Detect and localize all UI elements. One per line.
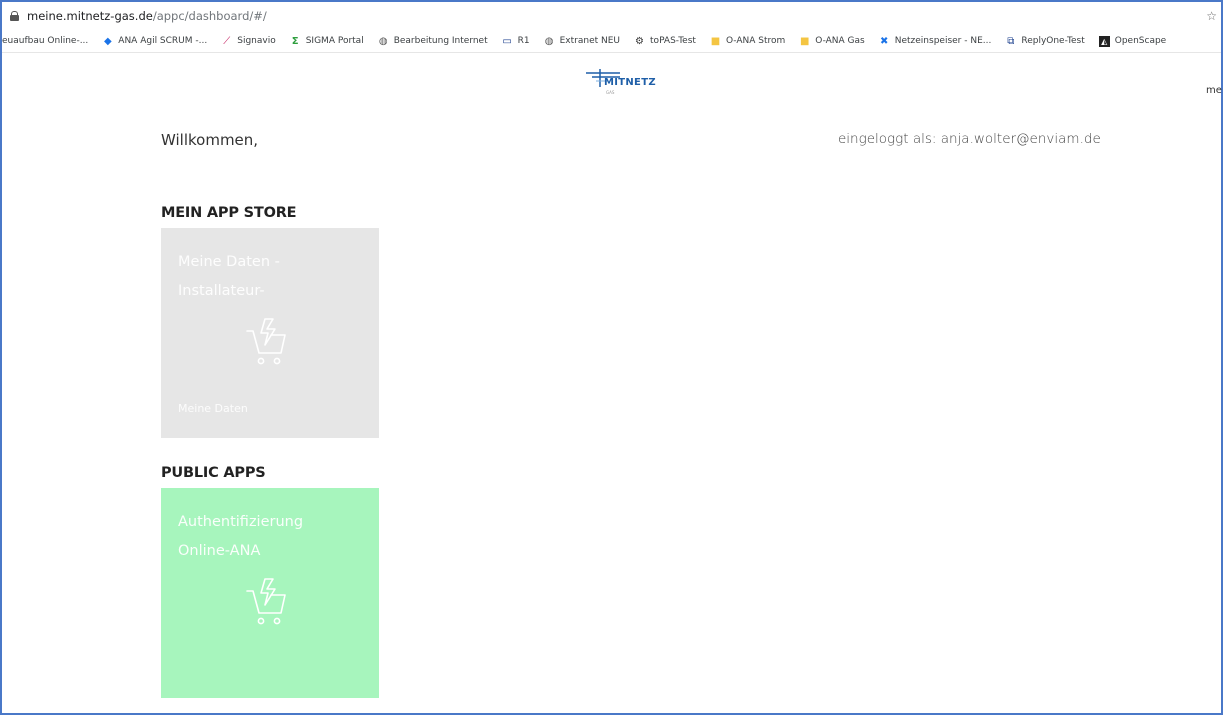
bookmark-item[interactable]: Σ SIGMA Portal [290,36,364,47]
bookmark-label: O-ANA Strom [725,36,786,46]
bookmark-label: Extranet NEU [559,36,621,46]
menu-text[interactable]: me [1206,85,1222,96]
bookmark-item[interactable]: ◭ OpenScape [1098,35,1167,47]
bookmark-item[interactable]: ⧉ ReplyOne-Test [1005,36,1084,47]
bookmark-label: Signavio [237,36,276,46]
bookmark-star-icon[interactable]: ☆ [1206,9,1217,23]
signavio-icon: ⟋ [223,35,231,47]
app-tile-meine-daten[interactable]: Meine Daten - Installateur- Meine Daten [161,228,379,438]
gears-icon: ⚙ [635,35,645,47]
globe-icon: ◍ [544,35,554,47]
bookmark-label: ReplyOne-Test [1021,36,1085,46]
tile-footer: Meine Daten [178,402,248,415]
reply-icon: ⧉ [1007,35,1015,47]
cross-icon: ✖ [880,35,889,47]
bookmark-item[interactable]: ■ O-ANA Strom [710,35,786,47]
tile-title: Meine Daten - Installateur- [178,248,368,306]
tile-title-line: Meine Daten - [178,254,280,270]
folder-icon: ■ [710,35,721,47]
mitnetz-logo[interactable]: MITNETZ GAS [586,67,656,97]
bookmark-label: ANA Agil SCRUM -... [118,36,208,46]
login-info: eingeloggt als: anja.wolter@enviam.de [838,131,1101,147]
welcome-heading: Willkommen, [161,131,259,149]
tile-title-line: Installateur- [178,283,265,299]
bookmark-label: OpenScape [1114,36,1167,46]
bookmark-item[interactable]: ◆ ANA Agil SCRUM -... [102,36,207,47]
bookmark-item[interactable]: ▭ R1 [502,35,530,47]
cart-lightning-icon [246,578,286,625]
app-tile-authentifizierung[interactable]: Authentifizierung Online-ANA [161,488,379,698]
lock-icon [10,11,19,21]
address-bar[interactable]: meine.mitnetz-gas.de/appc/dashboard/#/ ☆ [2,2,1221,30]
tile-title-line: Authentifizierung [178,514,304,530]
public-apps-title: PUBLIC APPS [161,465,266,481]
bookmark-item[interactable]: ■ O-ANA Gas [799,35,865,47]
my-app-store-title: MEIN APP STORE [161,205,297,221]
bookmark-label: euaufbau Online-... [2,36,89,46]
tile-title-line: Online-ANA [178,543,261,559]
bookmark-item[interactable]: ◍ Extranet NEU [544,36,620,47]
logo-brand: MITNETZ [604,77,656,88]
bookmark-label: SIGMA Portal [305,36,364,46]
cart-lightning-icon [246,318,286,365]
diamond-icon: ◆ [103,35,112,47]
bookmark-label: toPAS-Test [650,36,696,46]
folder-icon: ■ [800,35,810,47]
bookmark-label: Netzeinspeiser - NE... [894,36,992,46]
bookmark-item[interactable]: ⚙ toPAS-Test [634,36,696,47]
sigma-icon: Σ [291,35,299,47]
globe-icon: ◍ [378,35,388,47]
bookmark-label: Bearbeitung Internet [393,36,488,46]
bookmark-label: O-ANA Gas [815,36,865,46]
bookmark-item[interactable]: euaufbau Online-... [2,36,88,46]
bookmark-item[interactable]: ⟋ Signavio [221,36,275,47]
tile-title: Authentifizierung Online-ANA [178,508,368,566]
bookmark-label: R1 [517,36,530,46]
logo-sub: GAS [606,90,615,95]
url-path: /appc/dashboard/#/ [152,9,267,23]
bookmarks-bar: euaufbau Online-... ◆ ANA Agil SCRUM -...… [2,30,1221,53]
openscape-icon: ◭ [1098,35,1110,47]
bookmark-item[interactable]: ✖ Netzeinspeiser - NE... [879,35,992,47]
computer-icon: ▭ [502,35,512,47]
bookmark-item[interactable]: ◍ Bearbeitung Internet [378,36,488,47]
url-host: meine.mitnetz-gas.de [27,9,153,23]
